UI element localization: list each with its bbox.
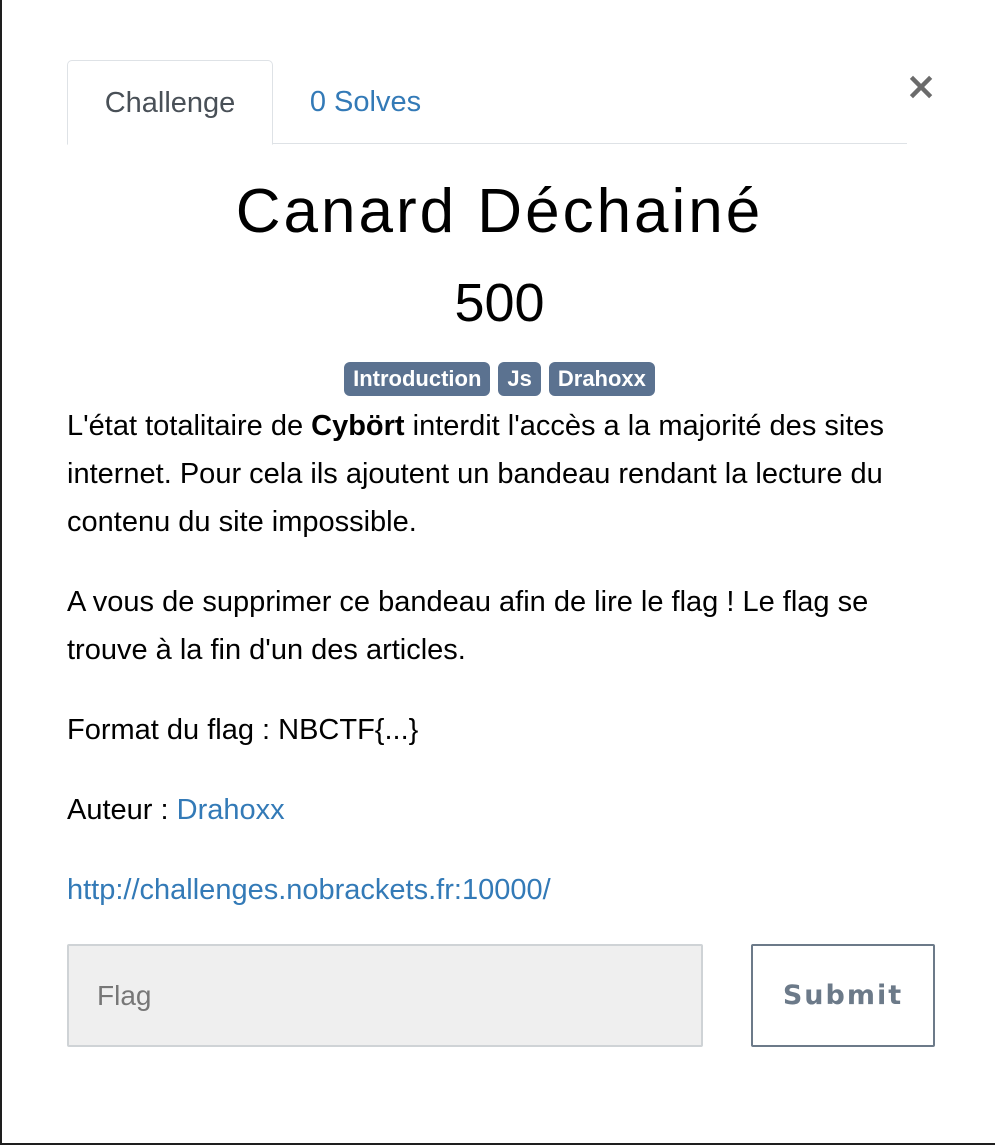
flag-format-text: Format du flag : NBCTF{...} xyxy=(67,714,419,746)
challenge-title: Canard Déchainé xyxy=(235,177,764,246)
description-bold-text: Cybört xyxy=(311,410,405,442)
description-text: L'état totalitaire de xyxy=(67,410,312,442)
submit-button[interactable]: Submit xyxy=(751,944,935,1047)
close-icon[interactable]: × xyxy=(905,67,937,105)
challenge-url-link[interactable]: http://challenges.nobrackets.fr:10000/ xyxy=(67,866,937,914)
tab-challenge[interactable]: Challenge xyxy=(67,60,273,145)
description-paragraph: L'état totalitaire de Cybört interdit l'… xyxy=(67,402,937,546)
modal-tabs: Challenge 0 Solves xyxy=(67,60,907,145)
tag-badge: Introduction xyxy=(344,362,491,396)
description-paragraph: A vous de supprimer ce bandeau afin de l… xyxy=(67,586,869,666)
url-paragraph: http://challenges.nobrackets.fr:10000/ xyxy=(67,866,937,914)
tag-badge: Js xyxy=(498,362,541,396)
author-link[interactable]: Drahoxx xyxy=(177,794,285,826)
author-line: Auteur : Drahoxx xyxy=(67,786,937,834)
author-label: Auteur : xyxy=(67,794,177,826)
challenge-description: L'état totalitaire de Cybört interdit l'… xyxy=(67,402,937,946)
tab-solves[interactable]: 0 Solves xyxy=(273,60,458,144)
challenge-tags: Introduction Js Drahoxx xyxy=(2,362,995,396)
challenge-modal: × Challenge 0 Solves Canard Déchainé 500… xyxy=(0,0,995,1145)
tag-badge: Drahoxx xyxy=(548,362,655,396)
challenge-points: 500 xyxy=(454,273,545,333)
flag-input[interactable] xyxy=(67,944,703,1047)
